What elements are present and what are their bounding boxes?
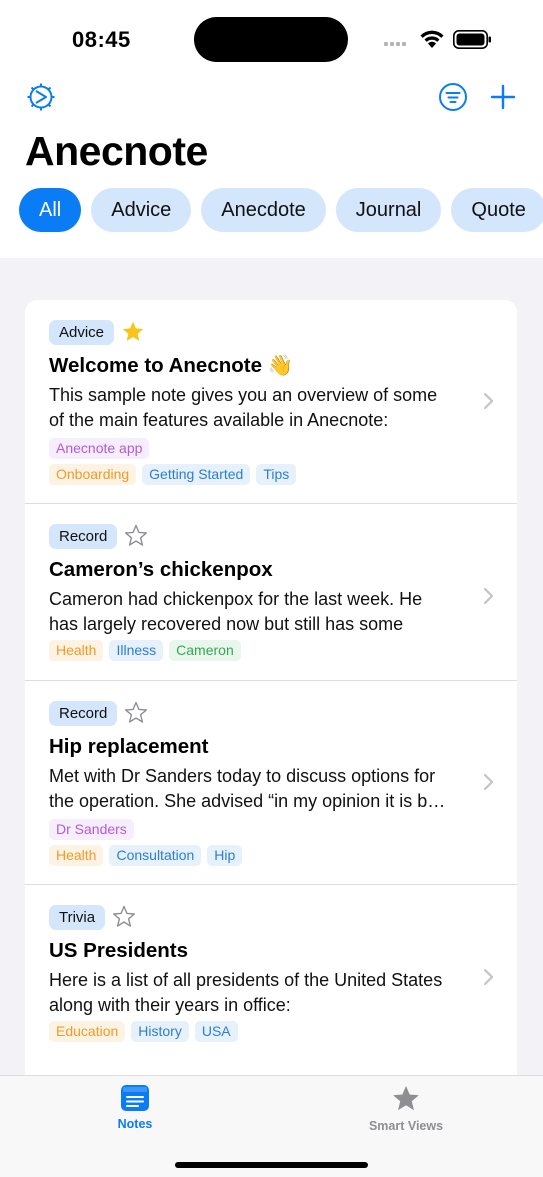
filter-button[interactable] [436, 80, 470, 114]
star-filled-icon[interactable] [121, 320, 145, 344]
star-outline-icon[interactable] [124, 524, 148, 548]
home-indicator [175, 1162, 368, 1168]
category-chips: All Advice Anecdote Journal Quote [19, 188, 543, 232]
note-type-badge: Advice [49, 319, 115, 345]
note-body-line: Cameron had chickenpox for the last week… [49, 589, 423, 609]
chip-all[interactable]: All [19, 188, 82, 232]
note-body: Met with Dr Sanders today to discuss opt… [49, 764, 469, 814]
person-tag[interactable]: Dr Sanders [49, 819, 134, 840]
header: Anecnote All Advice Anecdote Journal Quo… [0, 80, 543, 258]
status-time: 08:45 [72, 27, 131, 52]
note-type-badge: Record [49, 523, 118, 549]
tab-bar: Notes Smart Views [0, 1075, 543, 1177]
note-body-line: along with their years in office: [49, 995, 291, 1015]
cellular-signal-icon [384, 42, 406, 46]
chevron-right-icon [483, 392, 494, 410]
tab-smart-views[interactable]: Smart Views [336, 1084, 476, 1133]
person-tag[interactable]: Anecnote app [49, 438, 150, 459]
note-body-line: the operation. She advised “in my opinio… [49, 791, 446, 811]
note-title: Welcome to Anecnote 👋 [49, 354, 294, 377]
chevron-right-icon [483, 773, 494, 791]
note-row[interactable]: Advice Welcome to Anecnote 👋 This sample… [25, 300, 517, 504]
tag[interactable]: Cameron [169, 640, 241, 661]
note-row[interactable]: Trivia US Presidents Here is a list of a… [25, 885, 517, 1062]
chevron-right-icon [483, 968, 494, 986]
note-body-line: of the main features available in Anecno… [49, 410, 389, 430]
chip-anecdote[interactable]: Anecdote [201, 188, 326, 232]
tag[interactable]: Health [49, 845, 104, 866]
note-title: Cameron’s chickenpox [49, 558, 273, 581]
note-title: US Presidents [49, 939, 188, 962]
star-outline-icon[interactable] [124, 701, 148, 725]
note-body-line: Here is a list of all presidents of the … [49, 970, 443, 990]
star-icon [393, 1085, 419, 1111]
settings-button[interactable] [23, 80, 59, 114]
chip-journal[interactable]: Journal [335, 188, 442, 232]
star-outline-icon[interactable] [112, 905, 136, 929]
tag[interactable]: Getting Started [142, 464, 251, 485]
tag[interactable]: History [131, 1021, 189, 1042]
note-body-line: has largely recovered now but still has … [49, 614, 404, 634]
tag[interactable]: Tips [256, 464, 297, 485]
filter-icon [439, 83, 467, 111]
screen: 08:45 Anecnote All Advice Anecdote Journ… [0, 0, 543, 1177]
note-body-line: Met with Dr Sanders today to discuss opt… [49, 766, 436, 786]
note-body: This sample note gives you an overview o… [49, 383, 469, 433]
tag[interactable]: Consultation [109, 845, 202, 866]
page-title: Anecnote [25, 128, 208, 174]
status-bar: 08:45 [0, 0, 543, 80]
plus-icon [490, 84, 516, 110]
note-row[interactable]: Record Cameron’s chickenpox Cameron had … [25, 504, 517, 681]
notes-icon [121, 1085, 149, 1111]
notes-list: Advice Welcome to Anecnote 👋 This sample… [25, 300, 517, 1100]
notes-content: Advice Welcome to Anecnote 👋 This sample… [0, 258, 543, 1100]
note-body: Cameron had chickenpox for the last week… [49, 587, 469, 637]
chip-advice[interactable]: Advice [91, 188, 192, 232]
tag[interactable]: Health [49, 640, 104, 661]
note-type-badge: Record [49, 700, 118, 726]
note-body-line: This sample note gives you an overview o… [49, 385, 438, 405]
note-row[interactable]: Record Hip replacement Met with Dr Sande… [25, 681, 517, 885]
note-body: Here is a list of all presidents of the … [49, 968, 469, 1018]
tag[interactable]: Education [49, 1021, 126, 1042]
tag[interactable]: USA [194, 1021, 238, 1042]
tab-label: Smart Views [368, 1119, 444, 1133]
note-type-badge: Trivia [49, 904, 106, 930]
chevron-right-icon [483, 587, 494, 605]
tab-notes[interactable]: Notes [65, 1084, 205, 1131]
note-title: Hip replacement [49, 735, 209, 758]
gear-icon [27, 83, 55, 111]
tag[interactable]: Illness [109, 640, 164, 661]
chip-quote[interactable]: Quote [451, 188, 543, 232]
battery-icon [453, 30, 492, 49]
add-note-button[interactable] [486, 80, 520, 114]
tag[interactable]: Hip [207, 845, 243, 866]
wifi-icon [419, 28, 445, 55]
dynamic-island [194, 17, 348, 62]
tab-label: Notes [117, 1117, 153, 1131]
tag[interactable]: Onboarding [49, 464, 137, 485]
